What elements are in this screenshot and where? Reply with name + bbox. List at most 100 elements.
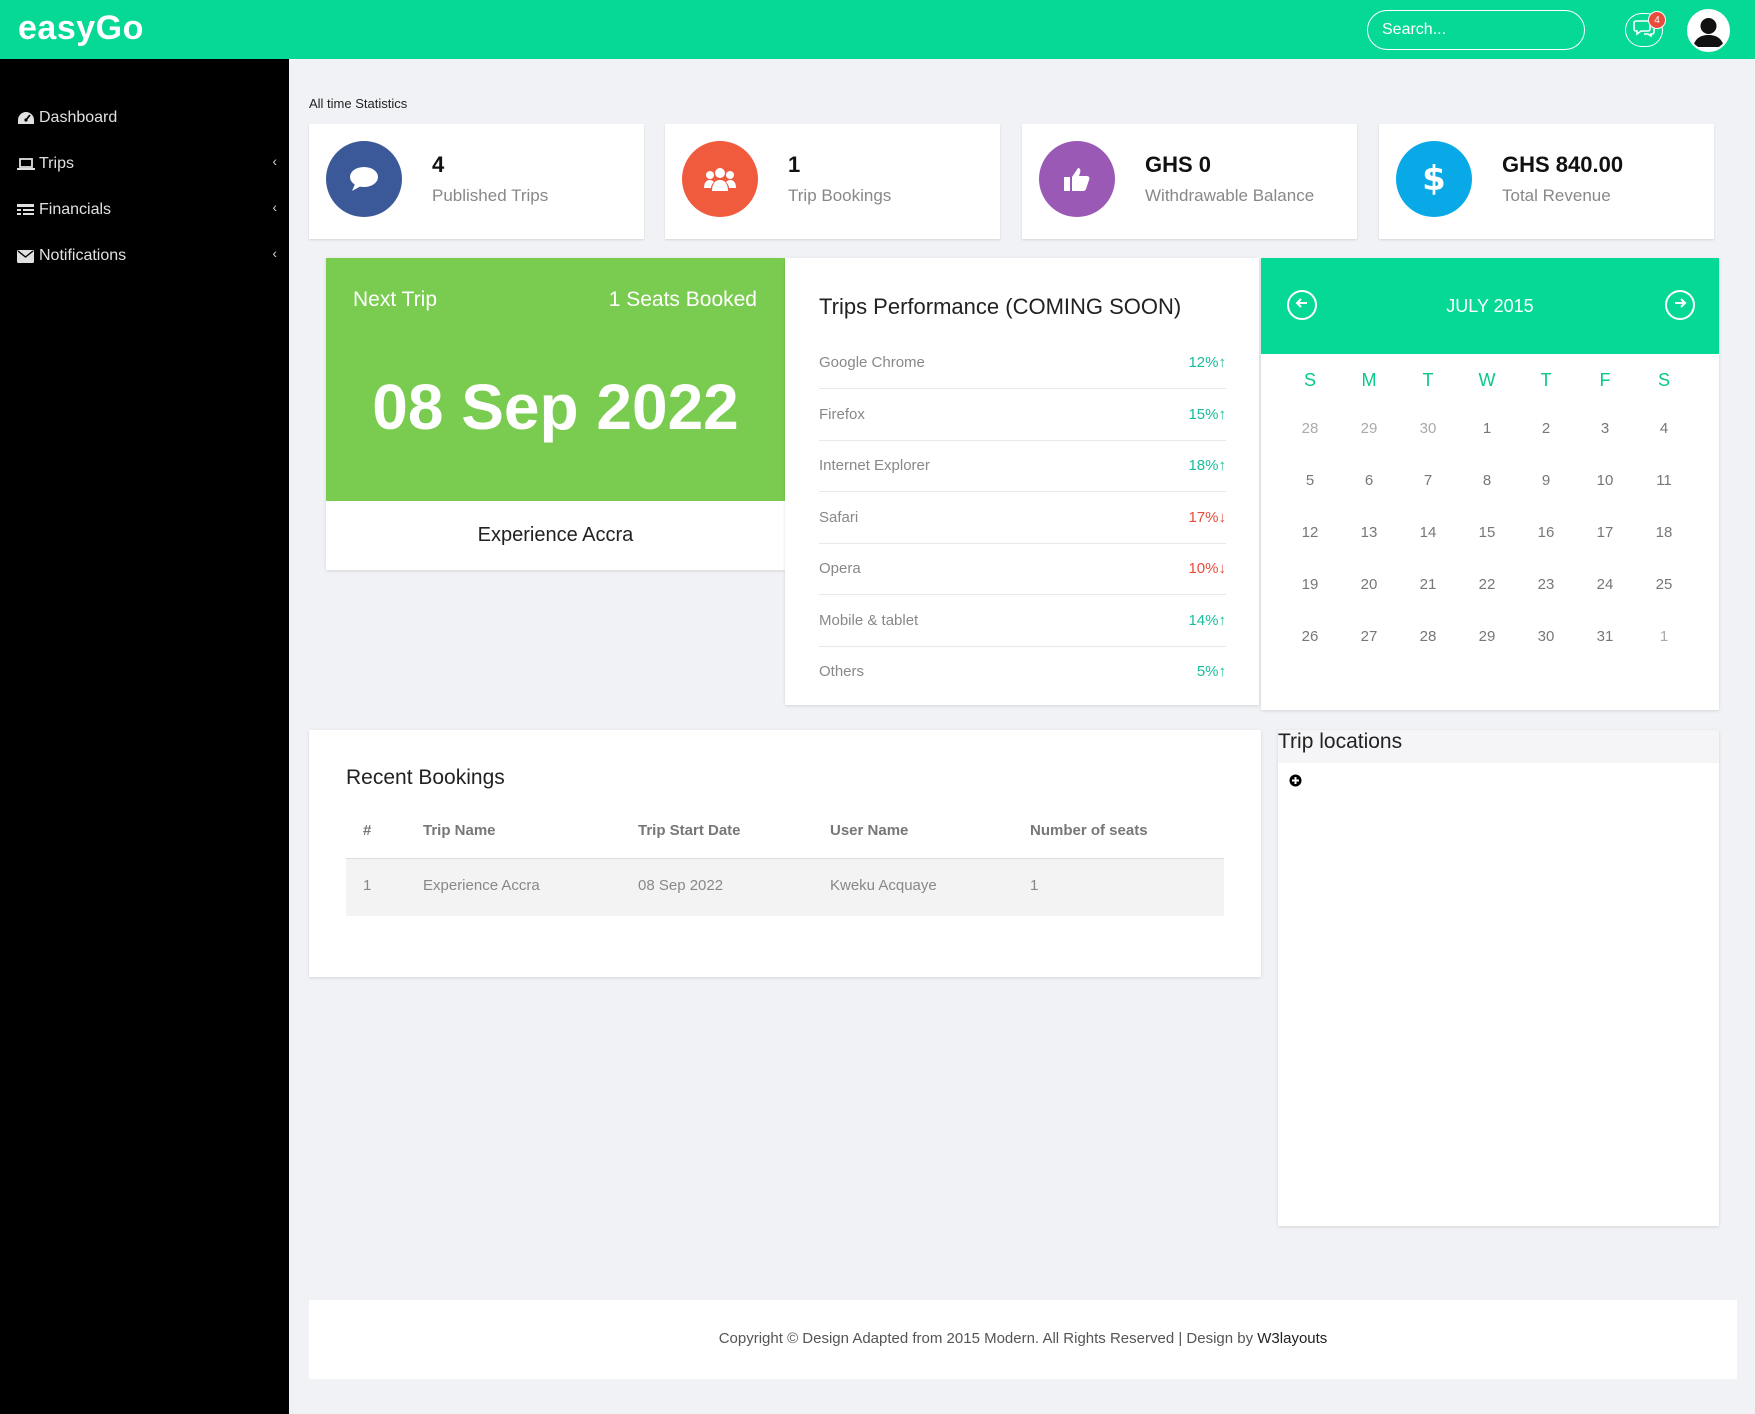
performance-row: Internet Explorer 18%↑	[819, 441, 1226, 492]
calendar-day[interactable]: 4	[1644, 420, 1684, 437]
panel-title: Trip locations	[1278, 730, 1403, 753]
calendar-day[interactable]: 12	[1290, 524, 1330, 541]
calendar-day[interactable]: 1	[1467, 420, 1507, 437]
dashboard-icon	[17, 111, 39, 125]
stat-card-trip-bookings: 1 Trip Bookings	[665, 124, 1000, 239]
arrow-down-icon: ↓	[1218, 508, 1227, 526]
trips-performance-panel: Trips Performance (COMING SOON) Google C…	[785, 258, 1259, 705]
column-header: User Name	[830, 822, 909, 839]
sidebar-item-notifications[interactable]: Notifications ‹	[17, 241, 277, 271]
next-trip-card[interactable]: Next Trip 1 Seats Booked 08 Sep 2022 Exp…	[326, 258, 785, 570]
calendar-day[interactable]: 21	[1408, 576, 1448, 593]
calendar-day[interactable]: 6	[1349, 472, 1389, 489]
list-icon	[17, 203, 39, 217]
envelope-icon	[17, 249, 39, 263]
dollar-icon: $	[1396, 141, 1472, 217]
chevron-left-icon: ‹	[272, 153, 277, 169]
weekday-label: T	[1540, 370, 1552, 390]
user-avatar[interactable]	[1687, 9, 1730, 52]
calendar-day[interactable]: 13	[1349, 524, 1389, 541]
column-header: Number of seats	[1030, 822, 1148, 839]
weekday-label: T	[1422, 370, 1434, 390]
calendar-day[interactable]: 30	[1526, 628, 1566, 645]
calendar-day[interactable]: 25	[1644, 576, 1684, 593]
sidebar-item-financials[interactable]: Financials ‹	[17, 195, 277, 225]
calendar-day[interactable]: 28	[1408, 628, 1448, 645]
calendar-day[interactable]: 23	[1526, 576, 1566, 593]
calendar-day[interactable]: 15	[1467, 524, 1507, 541]
calendar-day[interactable]: 10	[1585, 472, 1625, 489]
column-header: #	[363, 822, 372, 839]
next-trip-name: Experience Accra	[477, 524, 634, 546]
calendar-day[interactable]: 16	[1526, 524, 1566, 541]
comment-icon	[326, 141, 402, 217]
arrow-up-icon: ↑	[1218, 611, 1227, 629]
arrow-up-icon: ↑	[1218, 405, 1227, 423]
performance-name: Others	[819, 663, 865, 680]
search-input[interactable]	[1367, 10, 1585, 50]
calendar-day[interactable]: 26	[1290, 628, 1330, 645]
calendar-day[interactable]: 18	[1644, 524, 1684, 541]
app-logo[interactable]: easyGo	[18, 9, 144, 48]
weekday-label: W	[1478, 370, 1496, 390]
recent-bookings-panel: Recent Bookings # Trip Name Trip Start D…	[309, 730, 1261, 977]
performance-row: Others 5%↑	[819, 647, 1226, 698]
performance-row: Google Chrome 12%↑	[819, 338, 1226, 389]
calendar-day[interactable]: 29	[1349, 420, 1389, 437]
arrow-up-icon: ↑	[1218, 663, 1227, 680]
stat-label: Total Revenue	[1502, 186, 1611, 205]
calendar-day[interactable]: 11	[1644, 472, 1684, 489]
calendar-month: JULY 2015	[1446, 296, 1534, 316]
stat-value: 4	[432, 152, 445, 177]
chevron-left-icon: ‹	[272, 199, 277, 215]
stat-value: GHS 0	[1145, 152, 1212, 177]
next-trip-label: Next Trip	[353, 288, 438, 311]
calendar-day[interactable]: 5	[1290, 472, 1330, 489]
calendar-day[interactable]: 8	[1467, 472, 1507, 489]
calendar-day[interactable]: 3	[1585, 420, 1625, 437]
next-month-button[interactable]	[1665, 290, 1695, 320]
sidebar-item-label: Financials	[39, 201, 112, 218]
stat-card-withdrawable-balance: GHS 0 Withdrawable Balance	[1022, 124, 1357, 239]
weekday-label: F	[1599, 370, 1611, 390]
performance-name: Firefox	[819, 405, 865, 423]
performance-value: 14%↑	[1188, 611, 1227, 629]
performance-value: 17%↓	[1188, 508, 1227, 526]
calendar-day[interactable]: 9	[1526, 472, 1566, 489]
arrow-down-icon: ↓	[1218, 560, 1227, 577]
calendar-day[interactable]: 31	[1585, 628, 1625, 645]
calendar-day[interactable]: 14	[1408, 524, 1448, 541]
stat-label: Published Trips	[432, 186, 549, 205]
table-cell: 1	[363, 877, 372, 894]
performance-name: Internet Explorer	[819, 457, 930, 474]
calendar-day[interactable]: 1	[1644, 628, 1684, 645]
calendar-day[interactable]: 2	[1526, 420, 1566, 437]
table-cell: Kweku Acquaye	[830, 877, 937, 894]
calendar-day[interactable]: 22	[1467, 576, 1507, 593]
calendar-day[interactable]: 20	[1349, 576, 1389, 593]
calendar-day[interactable]: 19	[1290, 576, 1330, 593]
column-header: Trip Start Date	[638, 822, 741, 839]
calendar-day[interactable]: 17	[1585, 524, 1625, 541]
stat-label: Withdrawable Balance	[1145, 186, 1315, 205]
calendar-day[interactable]: 29	[1467, 628, 1507, 645]
calendar-header: JULY 2015	[1261, 258, 1719, 354]
performance-value: 5%↑	[1196, 663, 1227, 680]
weekday-label: S	[1657, 370, 1670, 390]
sidebar-item-dashboard[interactable]: Dashboard	[17, 103, 277, 133]
performance-row: Firefox 15%↑	[819, 390, 1226, 441]
notification-badge: 4	[1648, 11, 1666, 29]
sidebar-item-label: Trips	[39, 155, 74, 172]
sidebar-item-label: Notifications	[39, 247, 127, 264]
sidebar-item-trips[interactable]: Trips ‹	[17, 149, 277, 179]
calendar-day[interactable]: 24	[1585, 576, 1625, 593]
calendar-day[interactable]: 27	[1349, 628, 1389, 645]
map-area[interactable]	[1278, 763, 1719, 1226]
w3layouts-link[interactable]: W3layouts	[1257, 1330, 1327, 1347]
calendar-day[interactable]: 28	[1290, 420, 1330, 437]
calendar-day[interactable]: 7	[1408, 472, 1448, 489]
seats-booked: 1 Seats Booked	[608, 288, 757, 311]
calendar-day[interactable]: 30	[1408, 420, 1448, 437]
next-trip-banner: Next Trip 1 Seats Booked 08 Sep 2022	[326, 258, 785, 501]
top-bar: easyGo 4	[0, 0, 1755, 59]
